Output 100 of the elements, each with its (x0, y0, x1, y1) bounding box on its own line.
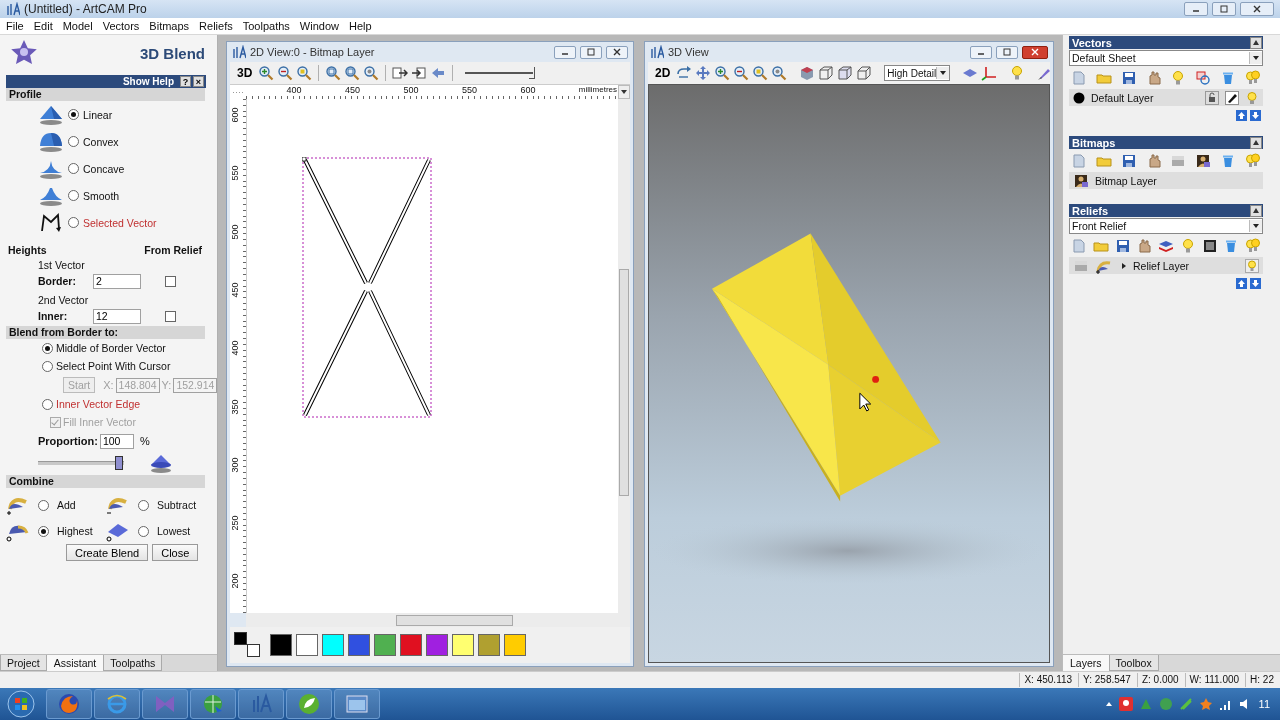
rotate-icon[interactable] (676, 65, 693, 81)
sheet-dropdown[interactable]: Front Relief (1069, 218, 1263, 234)
taskbar-button[interactable] (286, 689, 332, 719)
color-swatch[interactable] (247, 644, 260, 657)
minimize-button[interactable] (1184, 2, 1208, 16)
magnifier-icon[interactable] (296, 65, 313, 81)
height-field[interactable]: 2 (93, 273, 141, 289)
zoom-in-icon[interactable] (258, 65, 275, 81)
collapse-icon[interactable] (1250, 36, 1262, 49)
radio-button[interactable] (138, 525, 149, 537)
radio-button[interactable] (42, 342, 53, 354)
menu-item[interactable]: Reliefs (194, 20, 238, 32)
save-icon[interactable] (1120, 153, 1137, 169)
magnifier-icon[interactable] (325, 65, 342, 81)
image-icon[interactable] (1201, 238, 1218, 254)
cube-icon[interactable] (837, 65, 854, 81)
layer-row[interactable]: Default Layer (1069, 89, 1263, 106)
color-swatch[interactable] (374, 634, 396, 656)
radio-button[interactable] (68, 163, 79, 174)
radio-button[interactable] (68, 190, 79, 201)
help-button[interactable]: ? (180, 76, 191, 87)
color-swatch[interactable] (426, 634, 448, 656)
scrollbar[interactable] (618, 99, 630, 613)
close-button[interactable] (606, 45, 628, 59)
taskbar-button[interactable] (190, 689, 236, 719)
stack-icon[interactable] (1158, 238, 1174, 254)
taskbar-button[interactable] (46, 689, 92, 719)
scroll-thumb[interactable] (619, 269, 629, 496)
color-swatch[interactable] (478, 634, 500, 656)
proportion-field[interactable]: 100 (99, 433, 134, 449)
tray-icon[interactable] (1118, 697, 1133, 711)
maximize-button[interactable] (1212, 2, 1236, 16)
close-panel-button[interactable]: × (193, 76, 204, 87)
radio-button[interactable] (68, 217, 79, 228)
scroll-thumb[interactable] (396, 615, 513, 626)
down-arrow-icon[interactable] (1250, 110, 1261, 121)
light-bulb-icon[interactable] (1245, 258, 1259, 273)
tab[interactable]: Assistant (46, 655, 104, 671)
radio-button[interactable] (68, 109, 79, 120)
show-help-link[interactable]: Show Help (122, 76, 174, 87)
view-mode-button[interactable]: 2D (652, 66, 674, 80)
height-field[interactable]: 12 (93, 308, 141, 324)
tab[interactable]: Project (0, 655, 47, 671)
menu-item[interactable]: Bitmaps (144, 20, 195, 32)
menu-item[interactable]: File (1, 20, 29, 32)
maximize-button[interactable] (996, 45, 1018, 59)
shapes-icon[interactable] (1195, 70, 1212, 86)
down-arrow-icon[interactable] (1250, 278, 1261, 289)
tab[interactable]: Layers (1063, 655, 1109, 671)
tray-icon[interactable] (1178, 697, 1193, 711)
cube-icon[interactable] (818, 65, 835, 81)
zoom-in-icon[interactable] (714, 65, 731, 81)
checkbox[interactable] (165, 275, 176, 287)
menu-item[interactable]: Help (343, 20, 377, 32)
collapse-icon[interactable] (1250, 204, 1262, 217)
view-mode-button[interactable]: 3D (234, 66, 256, 80)
zoom-out-icon[interactable] (277, 65, 294, 81)
color-swatch[interactable] (504, 634, 526, 656)
magnifier-icon[interactable] (363, 65, 380, 81)
color-swatch[interactable] (296, 634, 318, 656)
action-button[interactable]: Create Blend (66, 544, 149, 561)
light-bulbs-icon[interactable] (1245, 238, 1261, 254)
tab[interactable]: Toolpaths (103, 655, 163, 671)
minimize-button[interactable] (554, 45, 576, 59)
taskbar-button[interactable] (334, 689, 380, 719)
radio-button[interactable] (42, 360, 53, 372)
cube-icon[interactable] (799, 65, 816, 81)
slider-thumb[interactable] (114, 456, 123, 470)
portrait-icon[interactable] (1195, 153, 1212, 169)
selection-icon[interactable] (392, 65, 409, 81)
checkbox[interactable] (165, 310, 176, 322)
start-button[interactable] (6, 689, 36, 719)
tab[interactable]: Toolbox (1108, 655, 1159, 671)
scrollbar[interactable] (246, 613, 630, 627)
magnifier-icon[interactable] (771, 65, 788, 81)
color-swatch[interactable] (452, 634, 474, 656)
magnifier-icon[interactable] (344, 65, 361, 81)
menu-item[interactable]: Window (294, 20, 344, 32)
layer-row[interactable]: Relief Layer (1069, 257, 1263, 274)
menu-item[interactable]: Vectors (97, 20, 145, 32)
slider-thumb[interactable] (529, 67, 536, 79)
color-swatch[interactable] (348, 634, 370, 656)
color-swatch[interactable] (234, 632, 247, 645)
save-icon[interactable] (1120, 70, 1137, 86)
radio-button[interactable] (38, 499, 49, 511)
magnifier-icon[interactable] (752, 65, 769, 81)
menu-item[interactable]: Edit (28, 20, 58, 32)
light-bulbs-icon[interactable] (1244, 70, 1261, 86)
clock[interactable]: 11 (1258, 698, 1270, 710)
color-swatch[interactable] (270, 634, 292, 656)
sheet-dropdown[interactable]: Default Sheet (1069, 50, 1263, 66)
up-arrow-icon[interactable] (1236, 278, 1247, 289)
menu-item[interactable]: Model (57, 20, 98, 32)
axes-icon[interactable] (981, 65, 998, 81)
ruler-menu-button[interactable] (618, 85, 630, 99)
caret-icon[interactable] (1104, 700, 1113, 708)
radio-button[interactable] (68, 136, 79, 147)
pen-icon[interactable] (1225, 90, 1239, 105)
collapse-icon[interactable] (1250, 136, 1262, 149)
layer-row[interactable]: Bitmap Layer (1069, 172, 1263, 189)
